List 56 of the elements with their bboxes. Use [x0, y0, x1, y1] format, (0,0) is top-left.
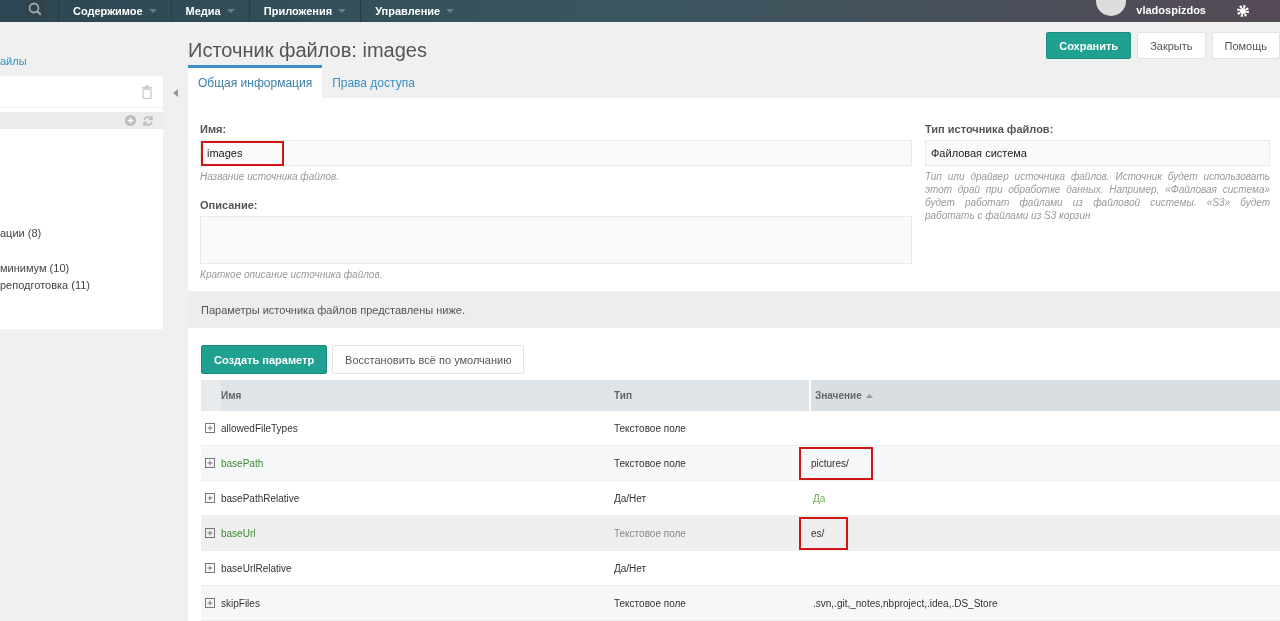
param-name: baseUrlRelative [221, 562, 292, 574]
param-name: allowedFileTypes [221, 422, 298, 434]
param-value: Да [813, 492, 826, 504]
search-icon [28, 2, 42, 16]
param-value: pictures/ [799, 446, 873, 480]
table-row[interactable]: baseUrl Текстовое поле es/ [201, 516, 1280, 551]
tree-item[interactable]: реподготовка (11) [0, 277, 163, 294]
expand-icon[interactable] [205, 528, 215, 538]
param-button[interactable]: Восстановить всё по умолчанию [332, 345, 525, 374]
info-text: Параметры источника файлов представлены ниже. [201, 303, 465, 316]
settings-icon[interactable] [1236, 4, 1250, 18]
menu-item[interactable]: Управление [360, 0, 469, 22]
param-type: Текстовое поле [614, 422, 686, 434]
param-type: Текстовое поле [614, 527, 686, 539]
menu-item[interactable]: Приложения [248, 0, 361, 22]
menu-item[interactable]: Содержимое [58, 0, 171, 22]
username-menu[interactable]: vladospizdos [1136, 4, 1206, 17]
expand-icon[interactable] [205, 423, 215, 433]
column-header[interactable]: Значение [809, 380, 1280, 411]
field-hint: Тип или драйвер источника файлов. Источник будет использовать этот драй при обработке данных. Например, «Файловая система» будет работат файлами из файловой системы. «S3» будет работать с файлами из S3 корзин [925, 170, 1270, 222]
name-field[interactable]: images [200, 140, 912, 166]
tab[interactable]: Общая информация [188, 65, 323, 98]
param-type: Да/Нет [614, 562, 647, 574]
page-title: Источник файлов: images [188, 39, 427, 63]
column-header[interactable]: Тип [614, 380, 809, 411]
search-button[interactable] [25, 0, 45, 18]
column-header[interactable]: Имя [221, 380, 614, 411]
collapse-arrow-icon[interactable] [173, 89, 178, 97]
param-value: es/ [799, 516, 849, 550]
expand-icon[interactable] [205, 598, 215, 608]
param-name: basePath [221, 457, 264, 469]
avatar-icon[interactable] [1096, 0, 1127, 16]
sort-arrow-icon [865, 393, 873, 398]
field-label: Тип источника файлов: [925, 123, 1055, 135]
param-name: skipFiles [221, 597, 260, 609]
expand-icon[interactable] [205, 458, 215, 468]
expand-icon[interactable] [205, 563, 215, 573]
tree-item[interactable]: ации (8) [0, 225, 163, 242]
field-label: Описание: [200, 199, 259, 211]
field-hint: Название источника файлов. [200, 170, 341, 183]
source-type-field[interactable]: Файловая система [925, 140, 1270, 166]
param-type: Текстовое поле [614, 457, 686, 469]
action-button[interactable]: Помощь [1211, 32, 1280, 59]
field-hint: Краткое описание источника файлов. [200, 268, 384, 281]
table-row[interactable]: basePath Текстовое поле pictures/ [201, 446, 1280, 481]
expand-icon[interactable] [205, 493, 215, 503]
menu-item[interactable]: Медиа [170, 0, 249, 22]
param-type: Да/Нет [614, 492, 647, 504]
action-button[interactable]: Закрыть [1137, 32, 1206, 59]
tree-item[interactable]: минимум (10) [0, 260, 163, 277]
param-type: Текстовое поле [614, 597, 686, 609]
table-row[interactable]: skipFiles Текстовое поле .svn,.git,_notes,nbproject,.idea,.DS_Store [201, 586, 1280, 621]
param-value: .svn,.git,_notes,nbproject,.idea,.DS_Store [813, 597, 998, 609]
param-name: basePathRelative [221, 492, 300, 504]
param-name: baseUrl [221, 527, 256, 539]
field-label: Имя: [200, 123, 228, 135]
